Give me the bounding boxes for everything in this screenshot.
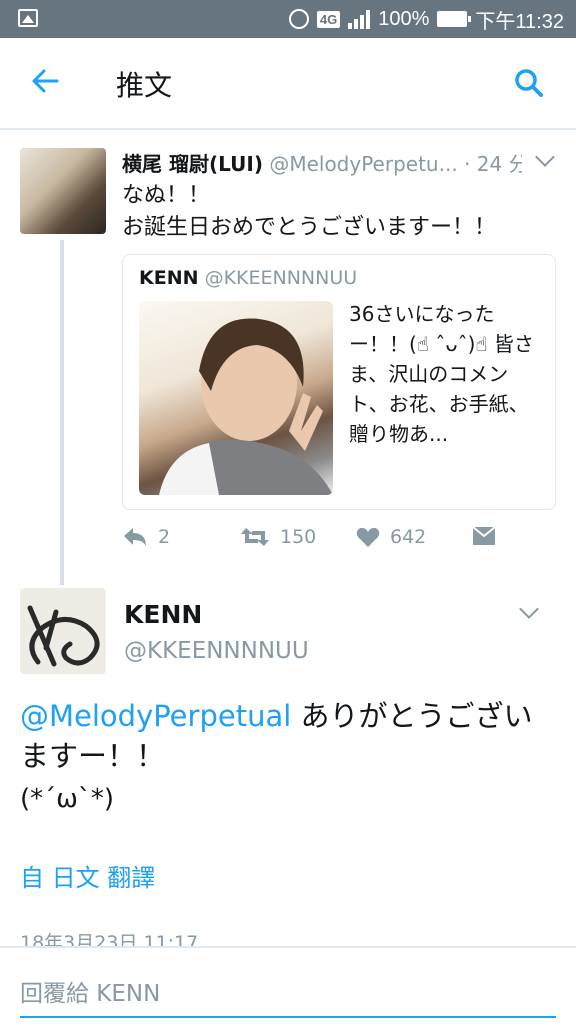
author-name[interactable]: 横尾 瑠尉(LUI) (122, 152, 263, 176)
app-bar: 推文 (0, 38, 576, 130)
reply-input[interactable]: 回覆給 KENN (20, 974, 160, 1008)
tweet-time: · 24 分 (464, 152, 522, 176)
gallery-icon (18, 9, 38, 27)
battery-percent: 100% (378, 7, 430, 30)
reply-count: 2 (158, 526, 171, 548)
signal-icon (348, 9, 371, 29)
quoted-text: 36さいになったー！！(☝ ˆᴗˆ)☝ 皆さま、沢山のコメント、お花、お手紙、贈… (349, 302, 534, 446)
author-handle: @MelodyPerpetu... (269, 152, 458, 176)
chevron-down-icon[interactable] (535, 147, 555, 167)
retweet-icon (241, 528, 269, 546)
tweet-text-line: なぬ！！ (122, 183, 211, 208)
status-icons: 4G 100% 下午11:32 (288, 0, 564, 38)
network-badge: 4G (316, 10, 341, 28)
quoted-author-handle: @KKEENNNNUU (204, 267, 358, 289)
envelope-icon (472, 526, 496, 545)
avatar[interactable] (20, 588, 106, 674)
author-name[interactable]: KENN (124, 600, 202, 629)
author-handle: @KKEENNNNUU (124, 638, 309, 664)
avatar[interactable] (20, 148, 106, 234)
clock: 下午11:32 (475, 10, 564, 33)
tweet-text: @MelodyPerpetual ありがとうございますー！！ (20, 696, 560, 776)
mention-link[interactable]: @MelodyPerpetual (20, 699, 291, 733)
heart-icon (356, 527, 380, 547)
reply-icon (124, 528, 146, 546)
quoted-header: KENN @KKEENNNNUU (139, 267, 357, 289)
message-button[interactable] (472, 526, 496, 546)
reply-underline (20, 1016, 556, 1018)
page-title: 推文 (116, 69, 173, 102)
translate-link[interactable]: 自 日文 翻譯 (20, 858, 155, 893)
retweet-button[interactable]: 150 (240, 526, 316, 548)
retweet-count: 150 (280, 526, 317, 548)
battery-icon (437, 11, 472, 27)
quoted-author-name: KENN (139, 267, 199, 289)
status-bar: 4G 100% 下午11:32 (0, 0, 576, 38)
reply-button[interactable]: 2 (122, 526, 170, 548)
quoted-photo[interactable] (139, 301, 333, 495)
tweet-text-line: お誕生日おめでとうございますー！！ (122, 215, 497, 240)
tweet-emoticon: (*´ω`*) (20, 784, 115, 814)
arrow-left-icon[interactable] (30, 66, 60, 103)
tweet-header: 横尾 瑠尉(LUI) @MelodyPerpetu... · 24 分 (122, 148, 522, 177)
tweet-actions: 2 150 642 (122, 526, 552, 556)
reply-bar: 回覆給 KENN (0, 946, 576, 1026)
tweet-timestamp: 18年3月23日 11:17 (20, 932, 199, 946)
like-count: 642 (390, 526, 427, 548)
chevron-down-icon[interactable] (519, 599, 539, 619)
like-button[interactable]: 642 (356, 526, 426, 548)
thread-connector (60, 240, 64, 585)
search-icon[interactable] (514, 68, 544, 98)
quoted-tweet[interactable]: KENN @KKEENNNNUU 36さいになったー！！(☝ ˆᴗˆ)☝ 皆さま… (122, 254, 556, 510)
tweet-text: なぬ！！ お誕生日おめでとうございますー！！ (122, 180, 496, 244)
alarm-icon (288, 9, 309, 29)
